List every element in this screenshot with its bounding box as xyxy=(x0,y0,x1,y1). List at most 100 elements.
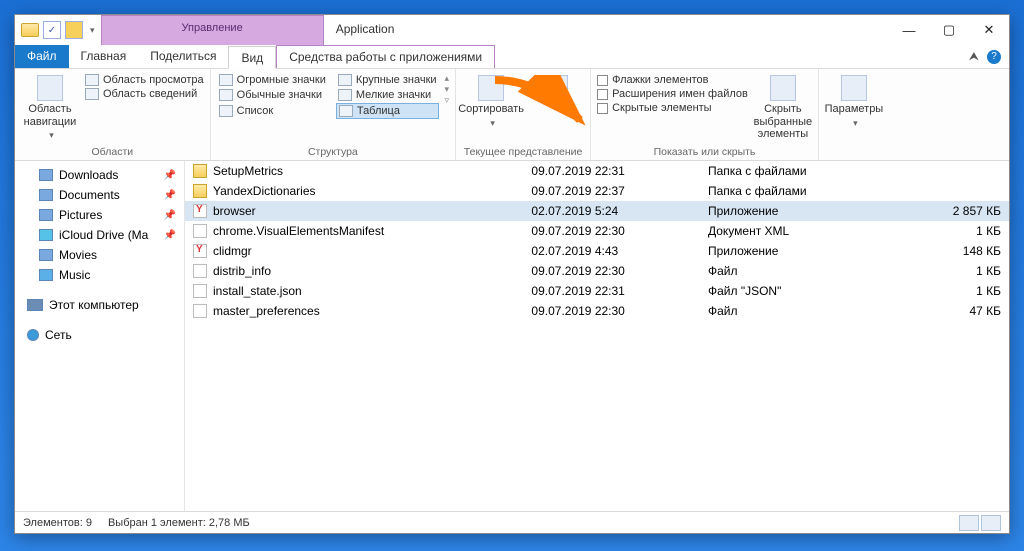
label: Флажки элементов xyxy=(612,74,708,86)
file-size: 1 КБ xyxy=(891,281,1009,301)
label: Расширения имен файлов xyxy=(612,88,748,100)
nav-documents[interactable]: Documents📌 xyxy=(15,185,184,205)
file-name: chrome.VisualElementsManifest xyxy=(213,224,384,238)
minimize-button[interactable]: — xyxy=(889,15,929,45)
file-date: 09.07.2019 22:31 xyxy=(523,281,700,301)
qat-dropdown-icon[interactable]: ▾ xyxy=(87,25,95,36)
label: Pictures xyxy=(59,208,102,222)
tab-file[interactable]: Файл xyxy=(15,45,69,68)
file-name: SetupMetrics xyxy=(213,164,283,178)
file-size: 148 КБ xyxy=(891,241,1009,261)
file-date: 09.07.2019 22:30 xyxy=(523,301,700,321)
layout-table[interactable]: Таблица xyxy=(336,103,439,119)
columns-button[interactable] xyxy=(526,73,584,103)
pictures-icon xyxy=(39,209,53,221)
nav-pictures[interactable]: Pictures 📌 xyxy=(15,205,184,225)
icloud-icon xyxy=(39,229,53,241)
explorer-window: ✓ ▾ Управление Application — ▢ ✕ Файл Гл… xyxy=(14,14,1010,534)
file-icon xyxy=(193,304,207,318)
checkbox-hidden-items[interactable]: Скрытые элементы xyxy=(597,101,748,115)
downloads-icon xyxy=(39,169,53,181)
close-button[interactable]: ✕ xyxy=(969,15,1009,45)
quick-access-toolbar: ✓ ▾ xyxy=(15,15,101,45)
navigation-pane-icon xyxy=(37,75,63,101)
scroll-down-icon[interactable]: ▾ xyxy=(445,84,450,95)
file-row[interactable]: distrib_info09.07.2019 22:30Файл1 КБ xyxy=(185,261,1009,281)
tab-home[interactable]: Главная xyxy=(69,45,139,68)
sort-button[interactable]: Сортировать ▾ xyxy=(462,73,520,130)
file-row[interactable]: install_state.json09.07.2019 22:31Файл "… xyxy=(185,281,1009,301)
file-date: 09.07.2019 22:30 xyxy=(523,261,700,281)
file-row[interactable]: clidmgr02.07.2019 4:43Приложение148 КБ xyxy=(185,241,1009,261)
label: Огромные значки xyxy=(237,74,326,86)
hide-selected-button[interactable]: Скрыть выбранные элементы xyxy=(754,73,812,143)
content-area: Downloads 📌 Documents📌 Pictures 📌 iCloud D… xyxy=(15,161,1009,511)
layout-small-icons[interactable]: Мелкие значки xyxy=(336,88,439,102)
label: Крупные значки xyxy=(356,74,437,86)
pin-icon: 📌 xyxy=(164,170,176,181)
group-label: Текущее представление xyxy=(462,144,584,158)
expand-icon[interactable]: ▿ xyxy=(445,95,450,106)
navigation-pane-button[interactable]: Область навигации ▾ xyxy=(21,73,79,143)
nav-downloads[interactable]: Downloads 📌 xyxy=(15,165,184,185)
layout-huge-icons[interactable]: Огромные значки xyxy=(217,73,328,87)
nav-this-pc[interactable]: Этот компьютер xyxy=(15,295,184,315)
checkbox-item-checkboxes[interactable]: Флажки элементов xyxy=(597,73,748,87)
table-icon xyxy=(339,105,353,117)
tab-app-tools[interactable]: Средства работы с приложениями xyxy=(276,45,495,68)
file-icon xyxy=(193,184,207,198)
file-row[interactable]: master_preferences09.07.2019 22:30Файл47… xyxy=(185,301,1009,321)
details-pane-button[interactable]: Область сведений xyxy=(85,87,204,101)
nav-movies[interactable]: Movies xyxy=(15,245,184,265)
preview-pane-button[interactable]: Область просмотра xyxy=(85,73,204,87)
scroll-up-icon[interactable]: ▴ xyxy=(445,73,450,84)
qat-button[interactable] xyxy=(65,21,83,39)
file-list: SetupMetrics09.07.2019 22:31Папка с файл… xyxy=(185,161,1009,511)
checkbox-file-extensions[interactable]: Расширения имен файлов xyxy=(597,87,748,101)
nav-network[interactable]: Сеть xyxy=(15,325,184,345)
documents-icon xyxy=(39,189,53,201)
file-type: Приложение xyxy=(700,201,891,221)
tab-share[interactable]: Поделиться xyxy=(138,45,228,68)
file-date: 09.07.2019 22:31 xyxy=(523,161,700,181)
label: Сеть xyxy=(45,328,72,342)
icons-icon xyxy=(219,89,233,101)
label: Movies xyxy=(59,248,97,262)
file-size: 47 КБ xyxy=(891,301,1009,321)
file-icon xyxy=(193,244,207,258)
icons-icon xyxy=(338,89,352,101)
maximize-button[interactable]: ▢ xyxy=(929,15,969,45)
help-icon[interactable]: ? xyxy=(987,50,1001,64)
nav-music[interactable]: Music xyxy=(15,265,184,285)
hide-icon xyxy=(770,75,796,101)
label: Этот компьютер xyxy=(49,298,139,312)
qat-button[interactable]: ✓ xyxy=(43,21,61,39)
tab-view[interactable]: Вид xyxy=(228,46,276,69)
label: Downloads xyxy=(59,168,118,182)
label: Область навигации xyxy=(23,103,77,128)
file-row[interactable]: SetupMetrics09.07.2019 22:31Папка с файл… xyxy=(185,161,1009,181)
file-row[interactable]: YandexDictionaries09.07.2019 22:37Папка … xyxy=(185,181,1009,201)
label: Область сведений xyxy=(103,88,197,100)
layout-large-icons[interactable]: Крупные значки xyxy=(336,73,439,87)
view-details-button[interactable] xyxy=(959,515,979,531)
file-icon xyxy=(193,264,207,278)
file-name: distrib_info xyxy=(213,264,271,278)
minimize-ribbon-icon[interactable]: ⮝ xyxy=(969,49,979,64)
sort-icon xyxy=(478,75,504,101)
file-row[interactable]: chrome.VisualElementsManifest09.07.2019 … xyxy=(185,221,1009,241)
file-type: Папка с файлами xyxy=(700,181,891,201)
label: iCloud Drive (Ma xyxy=(59,228,148,242)
label: Обычные значки xyxy=(237,89,322,101)
options-button[interactable]: Параметры ▾ xyxy=(825,73,883,130)
layout-list[interactable]: Список xyxy=(217,103,328,119)
layout-normal-icons[interactable]: Обычные значки xyxy=(217,88,328,102)
file-row[interactable]: browser02.07.2019 5:24Приложение2 857 КБ xyxy=(185,201,1009,221)
navigation-pane: Downloads 📌 Documents📌 Pictures 📌 iCloud D… xyxy=(15,161,185,511)
context-tab-manage[interactable]: Управление xyxy=(101,15,324,45)
nav-icloud[interactable]: iCloud Drive (Ma 📌 xyxy=(15,225,184,245)
pin-icon: 📌 xyxy=(164,230,176,241)
pin-icon: 📌 xyxy=(164,210,176,221)
file-size: 1 КБ xyxy=(891,261,1009,281)
view-icons-button[interactable] xyxy=(981,515,1001,531)
